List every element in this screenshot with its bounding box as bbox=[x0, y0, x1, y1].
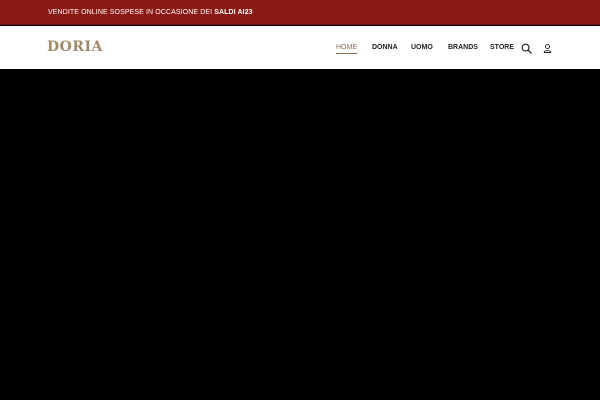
user-icon[interactable] bbox=[542, 41, 553, 53]
announcement-bar: VENDITE ONLINE SOSPESE IN OCCASIONE DEI … bbox=[0, 0, 600, 25]
main-nav: HOME DONNA UOMO BRANDS STORE bbox=[0, 26, 600, 69]
announcement-highlight[interactable]: SALDI AI23 bbox=[214, 9, 252, 16]
search-icon[interactable] bbox=[521, 41, 532, 54]
nav-item-uomo[interactable]: UOMO bbox=[411, 43, 433, 52]
site-header: DORIA HOME DONNA UOMO BRANDS STORE bbox=[0, 26, 600, 69]
hero-media[interactable] bbox=[0, 69, 600, 400]
announcement-text: VENDITE ONLINE SOSPESE IN OCCASIONE DEI bbox=[48, 9, 215, 16]
nav-item-brands[interactable]: BRANDS bbox=[448, 43, 478, 52]
nav-item-donna[interactable]: DONNA bbox=[372, 43, 398, 52]
nav-item-home[interactable]: HOME bbox=[336, 43, 357, 54]
nav-item-store[interactable]: STORE bbox=[490, 43, 514, 52]
